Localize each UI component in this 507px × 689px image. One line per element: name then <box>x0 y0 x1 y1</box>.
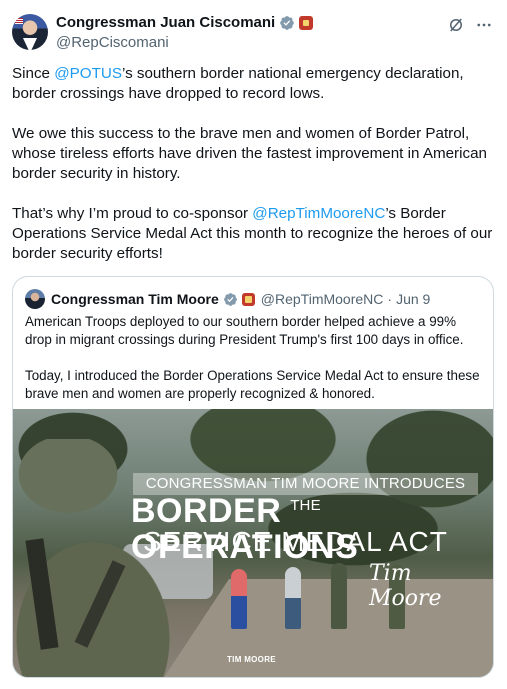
government-affiliation-icon[interactable] <box>241 292 255 306</box>
tweet-paragraph-2: We owe this success to the brave men and… <box>12 125 487 182</box>
author-avatar[interactable] <box>12 14 48 50</box>
quoted-paragraph-1: American Troops deployed to our southern… <box>25 314 464 347</box>
quoted-paragraph-2: Today, I introduced the Border Operation… <box>25 368 480 401</box>
author-display-name[interactable]: Congressman Juan Ciscomani <box>56 14 275 31</box>
verified-badge-icon[interactable] <box>279 15 295 31</box>
mention-reptimmoorenc-link[interactable]: @RepTimMooreNC <box>252 205 385 222</box>
author-name-row: Congressman Juan Ciscomani <box>56 14 314 31</box>
tweet-paragraph-3: That’s why I’m proud to co-sponsor @RepT… <box>12 204 495 264</box>
quoted-tweet-header: Congressman Tim Moore @RepTimMooreNC · J… <box>25 289 430 309</box>
text-segment: That’s why I’m proud to co-sponsor <box>12 205 253 222</box>
signature: Tim Moore <box>369 561 442 611</box>
quoted-author-display-name[interactable]: Congressman Tim Moore <box>51 291 219 307</box>
text-segment: Since <box>12 65 55 82</box>
quoted-tweet-text: American Troops deployed to our southern… <box>25 313 485 421</box>
flag-icon <box>15 18 23 24</box>
person-figure <box>285 567 301 629</box>
image-watermark: TIM MOORE <box>227 655 276 664</box>
grok-icon[interactable] <box>447 16 465 34</box>
image-subheadline: SERVICE MEDAL ACT <box>143 526 448 557</box>
person-figure <box>231 569 247 629</box>
more-icon[interactable] <box>475 16 493 34</box>
verified-badge-icon[interactable] <box>223 292 238 307</box>
dirt-road <box>163 579 493 677</box>
tweet-text: Since @POTUS’s southern border national … <box>12 64 495 284</box>
quoted-author-handle[interactable]: @RepTimMooreNC <box>261 291 384 307</box>
government-affiliation-icon[interactable] <box>299 15 314 30</box>
quoted-tweet[interactable]: Congressman Tim Moore @RepTimMooreNC · J… <box>12 276 494 678</box>
author-handle[interactable]: @RepCiscomani <box>56 34 169 51</box>
quoted-tweet-image[interactable]: CONGRESSMAN TIM MOORE INTRODUCES THE BOR… <box>13 409 493 677</box>
tweet-header: Congressman Juan Ciscomani @RepCiscomani <box>12 12 495 56</box>
quoted-tweet-date[interactable]: Jun 9 <box>396 291 430 307</box>
tweet-paragraph-1: Since @POTUS’s southern border national … <box>12 64 495 104</box>
separator-dot: · <box>387 291 393 307</box>
avatar-shirt <box>23 38 37 50</box>
quoted-author-avatar[interactable] <box>25 289 45 309</box>
mention-potus-link[interactable]: @POTUS <box>54 65 122 82</box>
person-figure <box>331 563 347 629</box>
